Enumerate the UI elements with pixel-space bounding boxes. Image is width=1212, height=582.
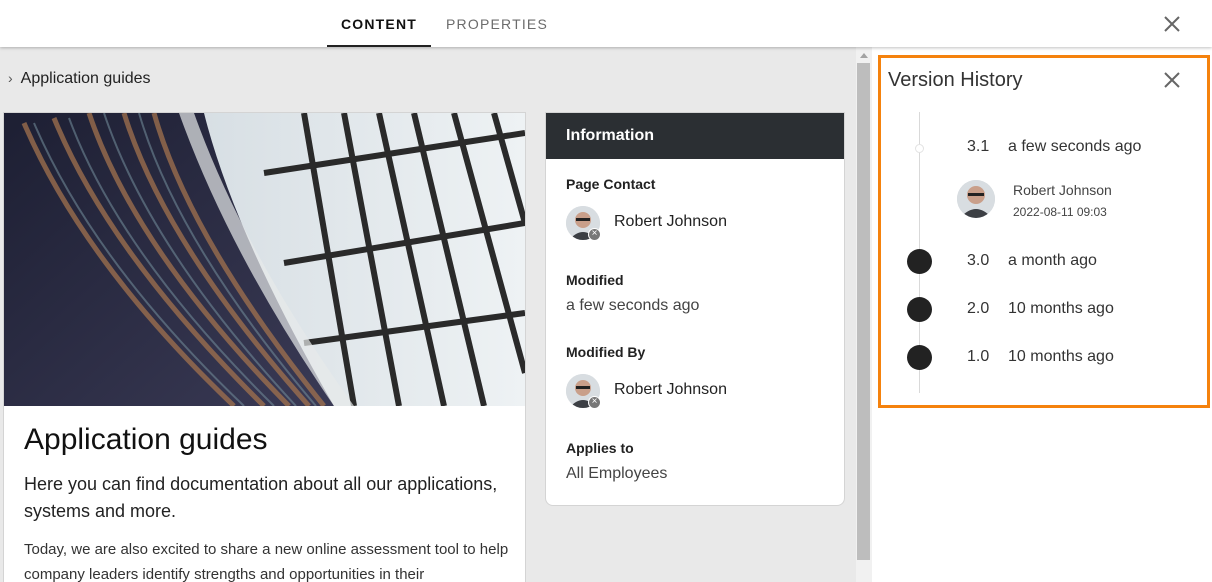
timeline-dot[interactable] (907, 297, 932, 322)
tab-content[interactable]: CONTENT (327, 0, 431, 47)
top-bar: CONTENT PROPERTIES (0, 0, 1212, 47)
version-number[interactable]: 3.0 (967, 252, 989, 270)
close-icon[interactable] (1161, 69, 1183, 91)
scrollbar[interactable] (856, 47, 872, 582)
version-number[interactable]: 2.0 (967, 300, 989, 318)
modified-by-label: Modified By (566, 344, 646, 360)
article-lead: Here you can find documentation about al… (24, 474, 498, 521)
version-time[interactable]: 10 months ago (1008, 348, 1114, 366)
library-hero-image (4, 113, 525, 406)
timeline-dot[interactable] (907, 345, 932, 370)
article-title: Application guides (24, 423, 268, 456)
scroll-thumb[interactable] (857, 63, 870, 560)
version-number[interactable]: 3.1 (967, 138, 989, 156)
modified-value: a few seconds ago (566, 297, 700, 314)
applies-to-value: All Employees (566, 465, 668, 482)
version-history-title: Version History (888, 69, 1023, 91)
breadcrumb-label: Application guides (20, 70, 151, 87)
remove-badge-icon (588, 396, 601, 409)
page-contact-name: Robert Johnson (614, 213, 727, 230)
remove-badge-icon (588, 228, 601, 241)
article-body: Today, we are also excited to share a ne… (24, 541, 509, 582)
version-time[interactable]: a few seconds ago (1008, 138, 1141, 156)
breadcrumb[interactable]: › Application guides (8, 70, 151, 88)
close-icon[interactable] (1160, 12, 1184, 36)
timeline-dot[interactable] (907, 249, 932, 274)
applies-to-label: Applies to (566, 440, 634, 456)
information-panel: Information Page Contact Robert Johnson … (545, 112, 845, 506)
modified-by-name: Robert Johnson (614, 381, 727, 398)
chevron-right-icon: › (8, 70, 13, 86)
timeline-dot-current (915, 144, 924, 153)
version-time[interactable]: a month ago (1008, 252, 1097, 270)
version-date: 2022-08-11 09:03 (1013, 205, 1107, 219)
page-preview: › Application guides Application guides … (0, 47, 856, 582)
version-number[interactable]: 1.0 (967, 348, 989, 366)
scroll-up-arrow-icon[interactable] (860, 53, 868, 58)
modified-label: Modified (566, 272, 624, 288)
article-card: Application guides Here you can find doc… (3, 112, 526, 582)
tab-properties[interactable]: PROPERTIES (446, 0, 548, 47)
version-author: Robert Johnson (1013, 182, 1112, 198)
page-contact-label: Page Contact (566, 176, 656, 192)
version-time[interactable]: 10 months ago (1008, 300, 1114, 318)
information-header: Information (546, 113, 844, 159)
avatar (957, 180, 995, 218)
